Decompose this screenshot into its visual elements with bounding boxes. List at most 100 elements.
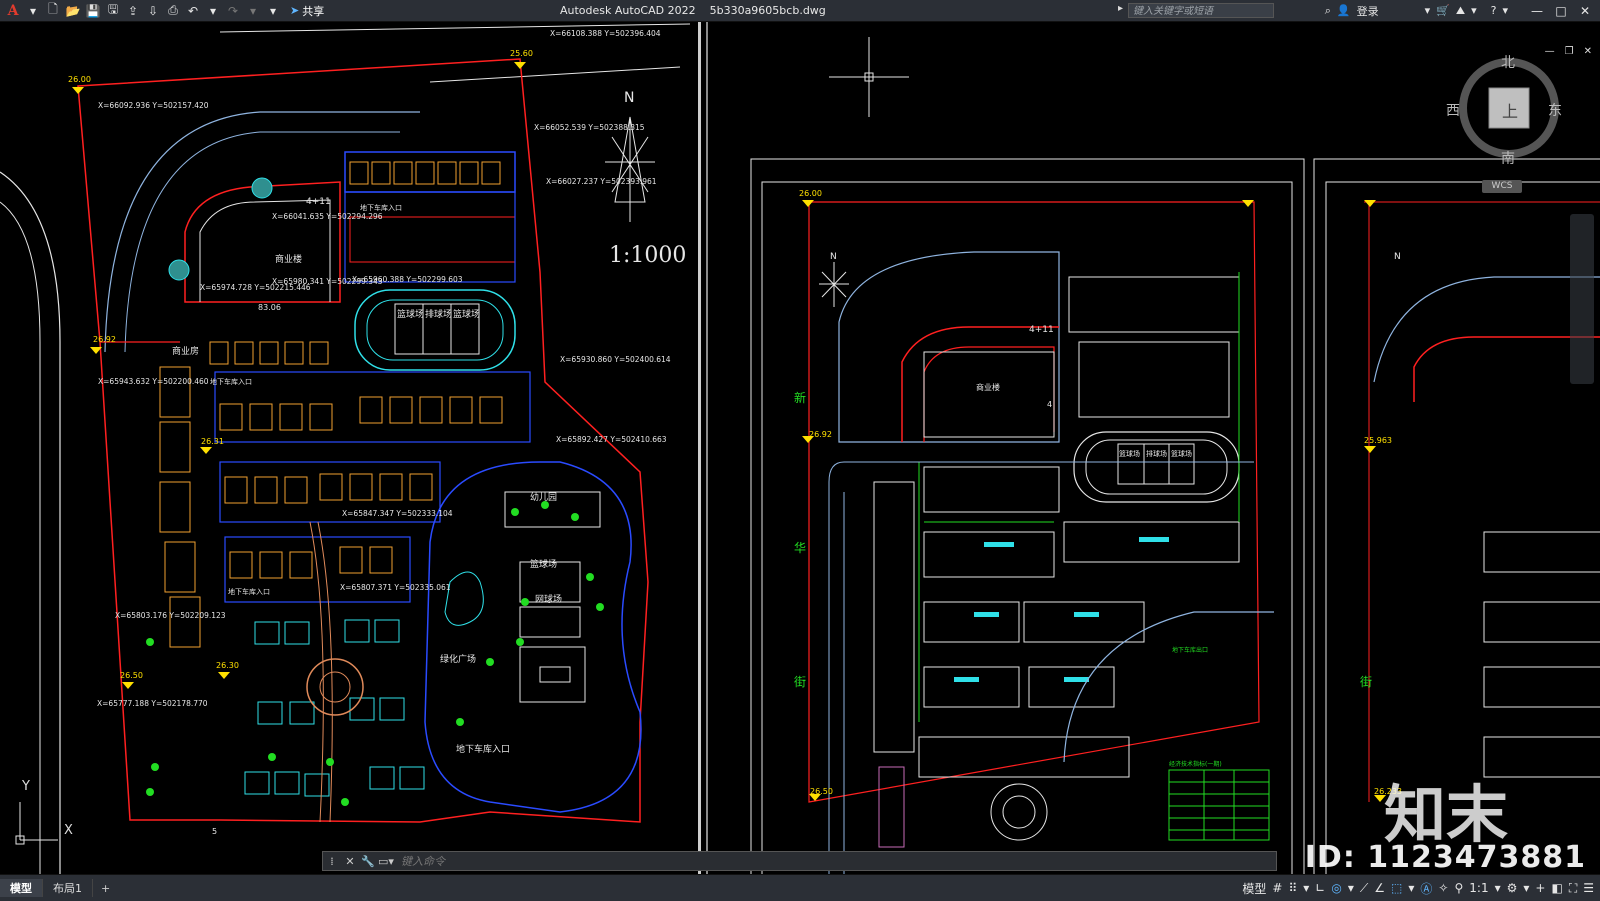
parking-label: 地下车库入口	[360, 203, 402, 212]
polar-tracking-icon[interactable]: ◎	[1331, 881, 1341, 895]
annotation-visibility-icon[interactable]: Ⓐ	[1420, 880, 1432, 897]
viewport-close-icon[interactable]: ✕	[1584, 46, 1592, 57]
redo-dropdown-icon[interactable]: ▾	[244, 2, 262, 20]
user-icon[interactable]: 👤	[1337, 4, 1351, 17]
user-dropdown-icon[interactable]: ▾	[1425, 4, 1431, 17]
search-expand-icon[interactable]: ▸	[1118, 3, 1123, 14]
ucs-x-label: X	[64, 823, 73, 838]
undo-icon[interactable]: ↶	[184, 2, 202, 20]
application-menu-chevron-icon[interactable]: ▾	[24, 2, 42, 20]
fullscreen-icon[interactable]: ⛶	[1569, 881, 1577, 896]
osnap-dropdown-icon[interactable]: ▾	[1408, 881, 1414, 895]
wcs-dropdown[interactable]: WCS	[1482, 180, 1522, 193]
customize-icon[interactable]: 🔧	[359, 855, 377, 868]
court-c-label: 篮球场	[453, 308, 480, 320]
grip-handle-icon[interactable]: ⁞	[323, 855, 341, 868]
viewport-minimize-icon[interactable]: —	[1545, 46, 1555, 57]
navigation-bar[interactable]	[1570, 214, 1594, 384]
view-cube-east[interactable]: 东	[1548, 100, 1562, 120]
osnap-tracking-icon[interactable]: ∠	[1374, 881, 1385, 895]
view-cube-west[interactable]: 西	[1446, 100, 1460, 120]
isodraft-icon[interactable]: ⟋	[1360, 881, 1368, 896]
road-edge-line	[429, 66, 681, 83]
customize-menu-icon[interactable]: ☰	[1583, 881, 1594, 895]
north-arrow-icon	[819, 262, 849, 307]
grid-icon[interactable]: #	[1272, 881, 1282, 895]
save-icon[interactable]: 💾	[84, 2, 102, 20]
viewport-restore-icon[interactable]: ❐	[1565, 46, 1574, 57]
coordinate-label: X=65777.188 Y=502178.770	[97, 699, 208, 708]
search-input[interactable]: 键入关键字或短语	[1128, 3, 1274, 18]
command-input[interactable]	[395, 853, 1276, 869]
add-icon[interactable]: +	[1535, 881, 1545, 895]
road-edge-line	[0, 171, 61, 874]
open-from-web-icon[interactable]: ⇪	[124, 2, 142, 20]
new-file-icon[interactable]: 🗋	[44, 2, 62, 20]
close-command-icon[interactable]: ✕	[341, 855, 359, 868]
view-cube-top[interactable]: 上	[1502, 98, 1518, 122]
save-as-icon[interactable]: 🖫	[104, 2, 122, 20]
add-layout-button[interactable]: +	[93, 882, 118, 895]
sign-in-label[interactable]: 登录	[1357, 3, 1379, 19]
north-arrow-icon	[605, 116, 655, 222]
minimize-button[interactable]: —	[1528, 4, 1546, 18]
view-cube-north[interactable]: 北	[1501, 52, 1515, 72]
kindergarten-label: 幼儿园	[530, 491, 557, 503]
redo-icon[interactable]: ↷	[224, 2, 242, 20]
workspace-gear-icon[interactable]: ⚙	[1507, 881, 1518, 895]
ucs-icon	[15, 802, 58, 845]
commercial-label: 商业楼	[976, 382, 1000, 392]
dimension-label: 5	[212, 827, 217, 836]
north-label-2: N	[1394, 252, 1401, 262]
command-line[interactable]: ⁞ ✕ 🔧 ▭▾	[322, 851, 1277, 871]
app-title: Autodesk AutoCAD 2022	[560, 4, 696, 17]
status-tools: 模型 # ⠿ ▾ ∟ ◎ ▾ ⟋ ∠ ⬚ ▾ Ⓐ ✧ ⚲ 1:1 ▾ ⚙ ▾ +…	[1242, 875, 1594, 901]
annotation-scale-value[interactable]: 1:1	[1469, 881, 1488, 895]
drawing-viewport-left[interactable]: N 26.00 25.60 26.92 26.31 26.50 26.30 X=…	[0, 22, 696, 874]
command-history-icon[interactable]: ▭▾	[377, 855, 395, 868]
fountain-circle	[168, 259, 190, 281]
scale-label: 1:1000	[609, 243, 687, 268]
ortho-icon[interactable]: ∟	[1315, 881, 1325, 895]
viewport-separator[interactable]	[696, 22, 714, 874]
viewport-controls: — ❐ ✕	[1545, 46, 1592, 57]
snap-icon[interactable]: ⠿	[1288, 881, 1297, 895]
search-icon[interactable]: ⌕	[1325, 4, 1331, 18]
osnap-icon[interactable]: ⬚	[1391, 881, 1402, 895]
auto-scale-icon[interactable]: ✧	[1438, 881, 1448, 895]
undo-dropdown-icon[interactable]: ▾	[204, 2, 222, 20]
close-button[interactable]: ✕	[1576, 4, 1594, 18]
building-block	[519, 646, 586, 703]
customize-toolbar-icon[interactable]: ▾	[264, 2, 282, 20]
tab-model[interactable]: 模型	[0, 879, 43, 897]
view-cube[interactable]: 北 南 东 西 上	[1446, 55, 1564, 168]
a360-icon[interactable]: ⛰	[1456, 4, 1465, 18]
isolate-objects-icon[interactable]: ◧	[1551, 881, 1562, 895]
coordinate-label: X=66108.388 Y=502396.404	[550, 29, 661, 38]
cart-icon[interactable]: 🛒	[1436, 4, 1450, 17]
view-cube-south[interactable]: 南	[1501, 148, 1515, 168]
save-to-web-icon[interactable]: ⇩	[144, 2, 162, 20]
a360-dropdown-icon[interactable]: ▾	[1471, 4, 1477, 17]
polar-dropdown-icon[interactable]: ▾	[1348, 881, 1354, 895]
help-icon[interactable]: ?	[1491, 4, 1497, 17]
workspace-dropdown-icon[interactable]: ▾	[1523, 881, 1529, 895]
autocad-logo-icon[interactable]: A	[4, 2, 22, 20]
annotation-scale-icon[interactable]: ⚲	[1454, 881, 1463, 895]
snap-dropdown-icon[interactable]: ▾	[1303, 881, 1309, 895]
north-label: N	[830, 252, 837, 262]
maximize-button[interactable]: □	[1552, 4, 1570, 18]
drawing-viewport-right[interactable]: N N 26.00 26.92 26.50 25.963 26.233 新 华 …	[714, 22, 1600, 874]
tab-layout1[interactable]: 布局1	[43, 879, 93, 897]
open-file-icon[interactable]: 📂	[64, 2, 82, 20]
model-space-toggle[interactable]: 模型	[1242, 880, 1266, 897]
parking-label: 地下车库入口	[210, 377, 252, 386]
plot-icon[interactable]: ⎙	[164, 2, 182, 20]
pond-outline	[444, 571, 484, 626]
road-curve	[1063, 611, 1274, 763]
help-dropdown-icon[interactable]: ▾	[1502, 4, 1508, 17]
share-button[interactable]: ➤ 共享	[290, 3, 324, 19]
scale-dropdown-icon[interactable]: ▾	[1495, 881, 1501, 895]
coordinate-label: X=66041.635 Y=502294.296	[272, 212, 383, 221]
court-label: 篮球场	[1119, 449, 1140, 458]
